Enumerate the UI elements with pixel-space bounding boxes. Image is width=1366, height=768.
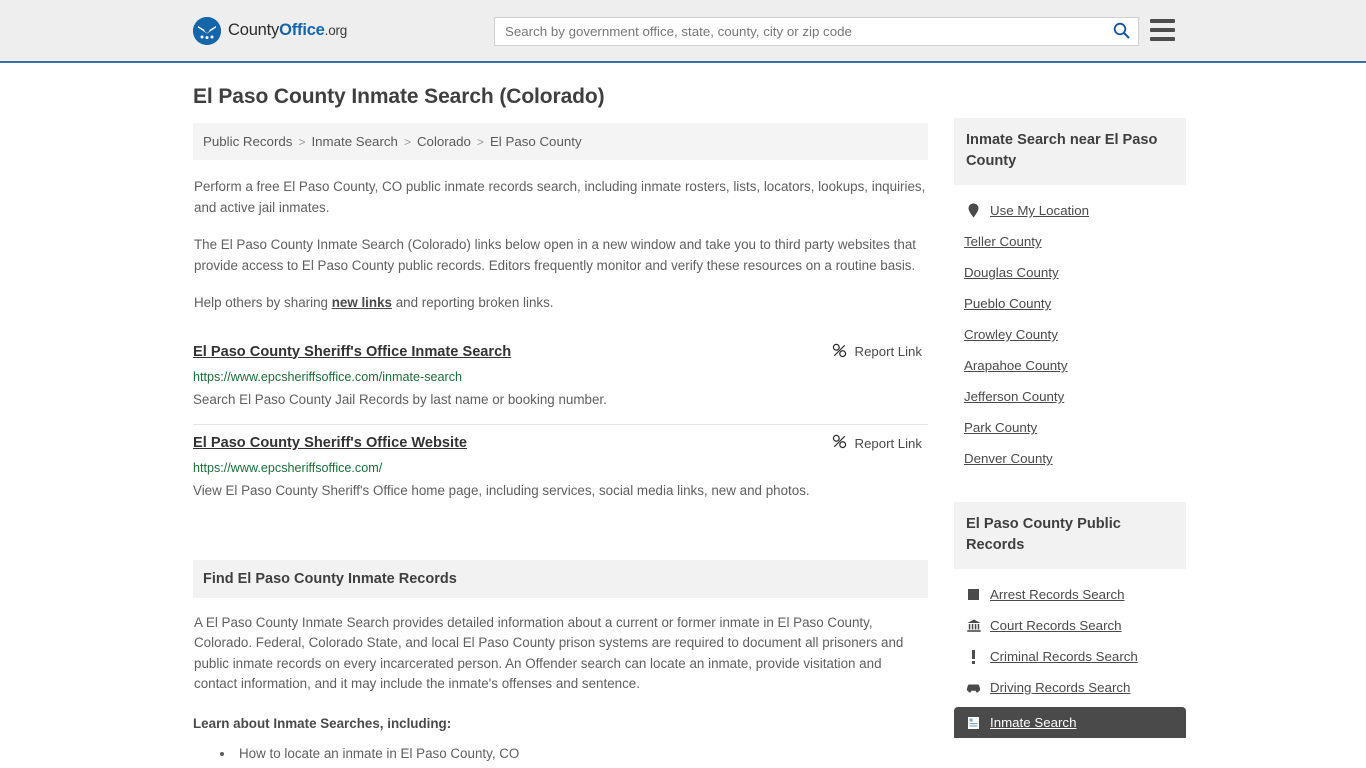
search-submit-button[interactable] (1104, 18, 1138, 45)
result-item: El Paso County Sheriff's Office Website … (193, 427, 928, 516)
share-text-before: Help others by sharing (194, 295, 332, 310)
result-description: View El Paso County Sheriff's Office hom… (193, 483, 810, 498)
share-text-after: and reporting broken links. (391, 295, 554, 310)
sidebar-item-label: Court Records Search (990, 618, 1122, 633)
result-description: Search El Paso County Jail Records by la… (193, 391, 607, 407)
section-body-text: A El Paso County Inmate Search provides … (194, 614, 904, 692)
result-url: https://www.epcsheriffsoffice.com/inmate… (193, 369, 463, 384)
sidebar-item-label: Crowley County (964, 327, 1058, 342)
square-icon (966, 589, 981, 600)
sidebar-item-label: Inmate Search (990, 715, 1077, 730)
exclamation-icon (966, 649, 981, 664)
sidebar-item-park-county[interactable]: Park County (954, 412, 1186, 443)
result-item: El Paso County Sheriff's Office Inmate S… (193, 336, 928, 425)
sidebar-item-label: Arrest Records Search (990, 587, 1125, 602)
hamburger-bar (1150, 28, 1175, 32)
logo-text-office: Office (279, 21, 325, 39)
sidebar-item-label: Use My Location (990, 203, 1090, 218)
sidebar-item-jefferson-county[interactable]: Jefferson County (954, 381, 1186, 412)
sidebar-item-crowley-county[interactable]: Crowley County (954, 319, 1186, 350)
sidebar-item-driving-records-search[interactable]: Driving Records Search (954, 672, 1186, 703)
page-body: El Paso County Inmate Search (Colorado) … (0, 63, 1366, 768)
sidebar-item-label: Driving Records Search (990, 680, 1131, 695)
result-url: https://www.epcsheriffsoffice.com/ (193, 461, 383, 475)
results-list: El Paso County Sheriff's Office Inmate S… (193, 336, 928, 516)
logo-text-county: County (228, 21, 280, 39)
sidebar-item-label: Douglas County (964, 265, 1059, 280)
broken-link-icon (832, 343, 847, 361)
car-icon (966, 682, 981, 693)
sidebar-item-douglas-county[interactable]: Douglas County (954, 257, 1186, 288)
learn-about-list: How to locate an inmate in El Paso Count… (193, 743, 928, 768)
site-header: CountyOffice.org (0, 0, 1366, 63)
sidebar-panel-public-records: El Paso County Public Records Arrest Rec… (954, 502, 1186, 738)
list-item: Find out who is in jail (235, 765, 928, 768)
sidebar-item-teller-county[interactable]: Teller County (954, 226, 1186, 257)
section-heading: Find El Paso County Inmate Records (203, 570, 457, 587)
sidebar-item-label: Pueblo County (964, 296, 1052, 311)
sidebar-panel-divider (954, 478, 1186, 502)
broken-link-icon (832, 434, 847, 452)
result-title-link[interactable]: El Paso County Sheriff's Office Inmate S… (193, 342, 511, 362)
sidebar-item-label: Teller County (964, 234, 1042, 249)
breadcrumb-separator: > (403, 134, 411, 149)
new-links-link[interactable]: new links (332, 295, 392, 310)
search-icon (1113, 22, 1130, 42)
report-link-label: Report Link (854, 435, 922, 451)
report-link-button[interactable]: Report Link (832, 342, 928, 361)
breadcrumb-item-el-paso-county: El Paso County (489, 134, 582, 149)
sidebar-item-label: Criminal Records Search (990, 649, 1138, 664)
report-link-label: Report Link (854, 344, 922, 359)
logo-text-org: .org (324, 23, 348, 38)
sidebar-item-label: Arapahoe County (964, 358, 1068, 373)
section-header-find-records: Find El Paso County Inmate Records (193, 559, 928, 598)
breadcrumb-item-inmate-search[interactable]: Inmate Search (311, 134, 397, 149)
map-pin-icon (966, 203, 981, 218)
sidebar-item-inmate-search[interactable]: Inmate Search (954, 707, 1186, 738)
sidebar-item-label: Jefferson County (964, 389, 1065, 404)
search-input[interactable] (495, 18, 1104, 45)
breadcrumb-item-public-records[interactable]: Public Records (203, 134, 292, 149)
sidebar-public-records-list: Arrest Records Search Court Records Sear… (954, 569, 1186, 738)
report-link-button[interactable]: Report Link (832, 433, 928, 452)
sidebar-public-records-heading: El Paso County Public Records (966, 516, 1121, 553)
sidebar-item-use-my-location[interactable]: Use My Location (954, 195, 1186, 226)
sidebar-item-label: Park County (964, 420, 1038, 435)
sidebar-nearby-header: Inmate Search near El Paso County (954, 118, 1186, 185)
breadcrumb: Public Records > Inmate Search > Colorad… (193, 123, 928, 160)
sidebar-panel-nearby: Inmate Search near El Paso County Use My… (954, 118, 1186, 474)
sidebar: Inmate Search near El Paso County Use My… (954, 85, 1186, 768)
sidebar-item-arapahoe-county[interactable]: Arapahoe County (954, 350, 1186, 381)
main-content: El Paso County Inmate Search (Colorado) … (193, 85, 928, 768)
intro-paragraph-1: Perform a free El Paso County, CO public… (194, 179, 926, 215)
county-office-logo-icon (193, 16, 221, 45)
list-item: How to locate an inmate in El Paso Count… (235, 743, 928, 765)
id-card-icon (966, 716, 981, 729)
sidebar-item-label: Denver County (964, 451, 1053, 466)
site-logo[interactable]: CountyOffice.org (193, 16, 347, 45)
courthouse-icon (966, 619, 981, 632)
sidebar-nearby-heading: Inmate Search near El Paso County (966, 132, 1158, 169)
sidebar-item-denver-county[interactable]: Denver County (954, 443, 1186, 474)
sidebar-item-criminal-records-search[interactable]: Criminal Records Search (954, 641, 1186, 672)
sidebar-item-court-records-search[interactable]: Court Records Search (954, 610, 1186, 641)
logo-wordmark: CountyOffice.org (228, 21, 347, 40)
hamburger-bar (1150, 19, 1175, 23)
hamburger-bar (1150, 37, 1175, 41)
breadcrumb-item-colorado[interactable]: Colorado (417, 134, 471, 149)
breadcrumb-separator: > (298, 134, 306, 149)
sidebar-nearby-list: Use My Location Teller County Douglas Co… (954, 185, 1186, 474)
intro-paragraph-2: The El Paso County Inmate Search (Colora… (194, 237, 916, 273)
search-box[interactable] (494, 17, 1139, 46)
learn-about-heading: Learn about Inmate Searches, including: (193, 715, 452, 731)
sidebar-public-records-header: El Paso County Public Records (954, 502, 1186, 569)
sidebar-item-arrest-records-search[interactable]: Arrest Records Search (954, 579, 1186, 610)
page-title: El Paso County Inmate Search (Colorado) (193, 85, 605, 108)
sidebar-item-pueblo-county[interactable]: Pueblo County (954, 288, 1186, 319)
hamburger-menu-icon[interactable] (1150, 19, 1175, 41)
share-links-paragraph: Help others by sharing new links and rep… (193, 293, 928, 314)
result-title-link[interactable]: El Paso County Sheriff's Office Website (193, 433, 467, 453)
breadcrumb-separator: > (476, 134, 484, 149)
